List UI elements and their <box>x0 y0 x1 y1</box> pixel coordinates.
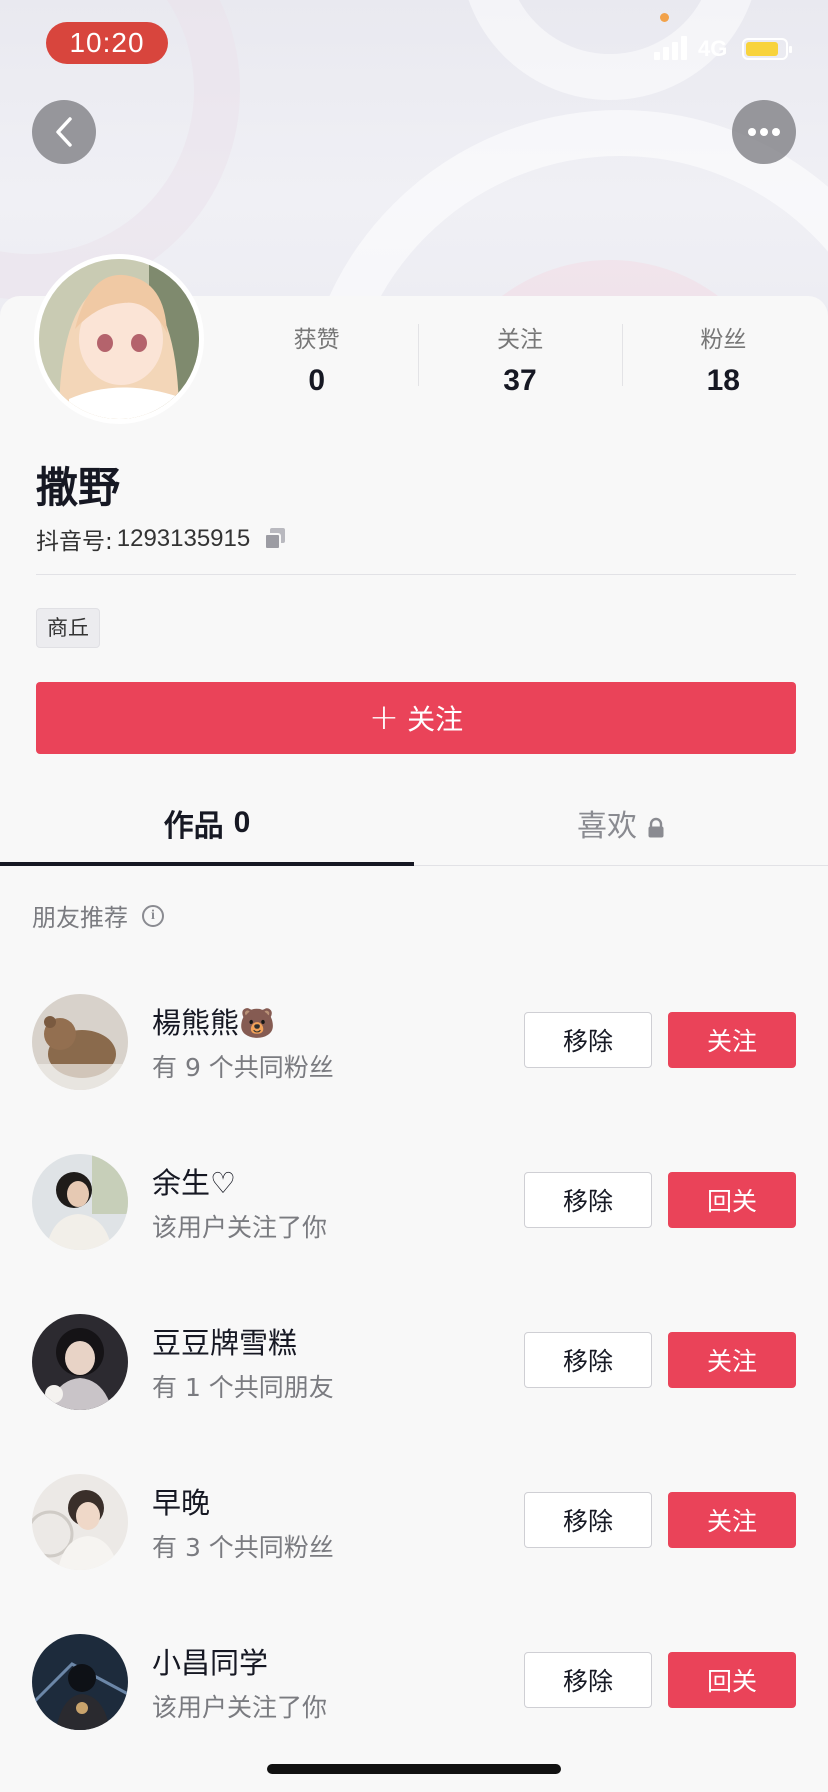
stat-following[interactable]: 关注 37 <box>418 316 621 397</box>
stat-value: 18 <box>706 364 740 397</box>
list-item[interactable]: 豆豆牌雪糕 有 1 个共同朋友 移除 关注 <box>0 1290 828 1450</box>
portrait-photo <box>32 1154 128 1250</box>
profile-avatar[interactable] <box>34 254 204 424</box>
copy-icon[interactable] <box>262 526 288 552</box>
tab-count: 0 <box>233 805 251 839</box>
tab-label: 喜欢 <box>577 808 637 844</box>
rec-name: 小昌同学 <box>152 1646 269 1680</box>
recommend-list: 楊熊熊🐻 有 9 个共同粉丝 移除 关注 余生♡ 该用户关注了你 移除 回关 豆… <box>0 970 828 1770</box>
list-item[interactable]: 小昌同学 该用户关注了你 移除 回关 <box>0 1610 828 1770</box>
avatar[interactable] <box>32 1634 128 1730</box>
stat-likes[interactable]: 获赞 0 <box>215 316 418 397</box>
remove-button[interactable]: 移除 <box>524 1172 652 1228</box>
follow-user-button[interactable]: 关注 <box>668 1012 796 1068</box>
remove-button[interactable]: 移除 <box>524 1652 652 1708</box>
profile-stats: 获赞 0 关注 37 粉丝 18 <box>215 316 825 397</box>
night-photo <box>32 1634 128 1730</box>
portrait-photo <box>32 1474 128 1570</box>
douyin-id-value: 1293135915 <box>116 525 251 552</box>
teddy-bear-photo <box>32 994 128 1090</box>
rec-subtitle: 有 9 个共同粉丝 <box>152 1053 334 1082</box>
rec-name: 豆豆牌雪糕 <box>152 1326 298 1360</box>
follow-back-button[interactable]: 回关 <box>668 1172 796 1228</box>
profile-tabs: 作品 0 喜欢 <box>0 780 828 866</box>
avatar[interactable] <box>32 1154 128 1250</box>
list-item[interactable]: 楊熊熊🐻 有 9 个共同粉丝 移除 关注 <box>0 970 828 1130</box>
profile-divider <box>36 574 796 575</box>
profile-nickname: 撒野 <box>36 463 121 512</box>
info-icon[interactable]: i <box>142 904 164 927</box>
avatar[interactable] <box>32 1314 128 1410</box>
tab-likes[interactable]: 喜欢 <box>414 780 828 865</box>
location-tag: 商丘 <box>36 608 100 648</box>
lock-icon <box>647 812 665 837</box>
plus-icon: + <box>368 697 400 738</box>
remove-button[interactable]: 移除 <box>524 1012 652 1068</box>
remove-button[interactable]: 移除 <box>524 1332 652 1388</box>
signal-icon <box>654 36 688 60</box>
stat-label: 粉丝 <box>700 327 747 353</box>
stat-value: 0 <box>308 364 325 397</box>
avatar[interactable] <box>32 994 128 1090</box>
stat-label: 关注 <box>496 327 543 353</box>
rec-name: 楊熊熊🐻 <box>152 1006 276 1040</box>
network-type: 4G <box>698 36 728 61</box>
follow-button[interactable]: + 关注 <box>36 682 796 754</box>
follow-user-button[interactable]: 关注 <box>668 1492 796 1548</box>
remove-button[interactable]: 移除 <box>524 1492 652 1548</box>
friend-recommend-title: 朋友推荐 i <box>32 898 164 933</box>
avatar[interactable] <box>32 1474 128 1570</box>
portrait-photo <box>32 1314 128 1410</box>
rec-subtitle: 有 3 个共同粉丝 <box>152 1533 334 1562</box>
stat-value: 37 <box>503 364 537 397</box>
stat-followers[interactable]: 粉丝 18 <box>621 316 825 397</box>
tab-label: 作品 <box>163 808 224 844</box>
home-indicator[interactable] <box>267 1764 561 1774</box>
privacy-dot <box>660 13 669 22</box>
list-item[interactable]: 早晚 有 3 个共同粉丝 移除 关注 <box>0 1450 828 1610</box>
douyin-id-label: 抖音号: <box>36 529 113 555</box>
follow-user-button[interactable]: 关注 <box>668 1332 796 1388</box>
section-title-text: 朋友推荐 <box>32 904 128 932</box>
tab-works[interactable]: 作品 0 <box>0 780 414 866</box>
rec-name: 余生♡ <box>152 1166 236 1200</box>
status-bar: 10:20 4G <box>0 0 828 90</box>
battery-icon <box>742 38 792 60</box>
rec-subtitle: 该用户关注了你 <box>152 1213 328 1242</box>
douyin-id-row: 抖音号: 1293135915 <box>36 522 288 556</box>
more-button[interactable] <box>732 100 796 164</box>
back-button[interactable] <box>32 100 96 164</box>
follow-button-label: 关注 <box>407 703 464 736</box>
list-item[interactable]: 余生♡ 该用户关注了你 移除 回关 <box>0 1130 828 1290</box>
anime-avatar-image <box>39 259 199 419</box>
chevron-left-icon <box>56 117 72 147</box>
rec-name: 早晚 <box>152 1486 211 1520</box>
more-dots-icon <box>748 128 780 136</box>
follow-back-button[interactable]: 回关 <box>668 1652 796 1708</box>
stat-label: 获赞 <box>293 327 340 353</box>
rec-subtitle: 有 1 个共同朋友 <box>152 1373 334 1402</box>
status-time: 10:20 <box>46 22 168 64</box>
rec-subtitle: 该用户关注了你 <box>152 1693 328 1722</box>
